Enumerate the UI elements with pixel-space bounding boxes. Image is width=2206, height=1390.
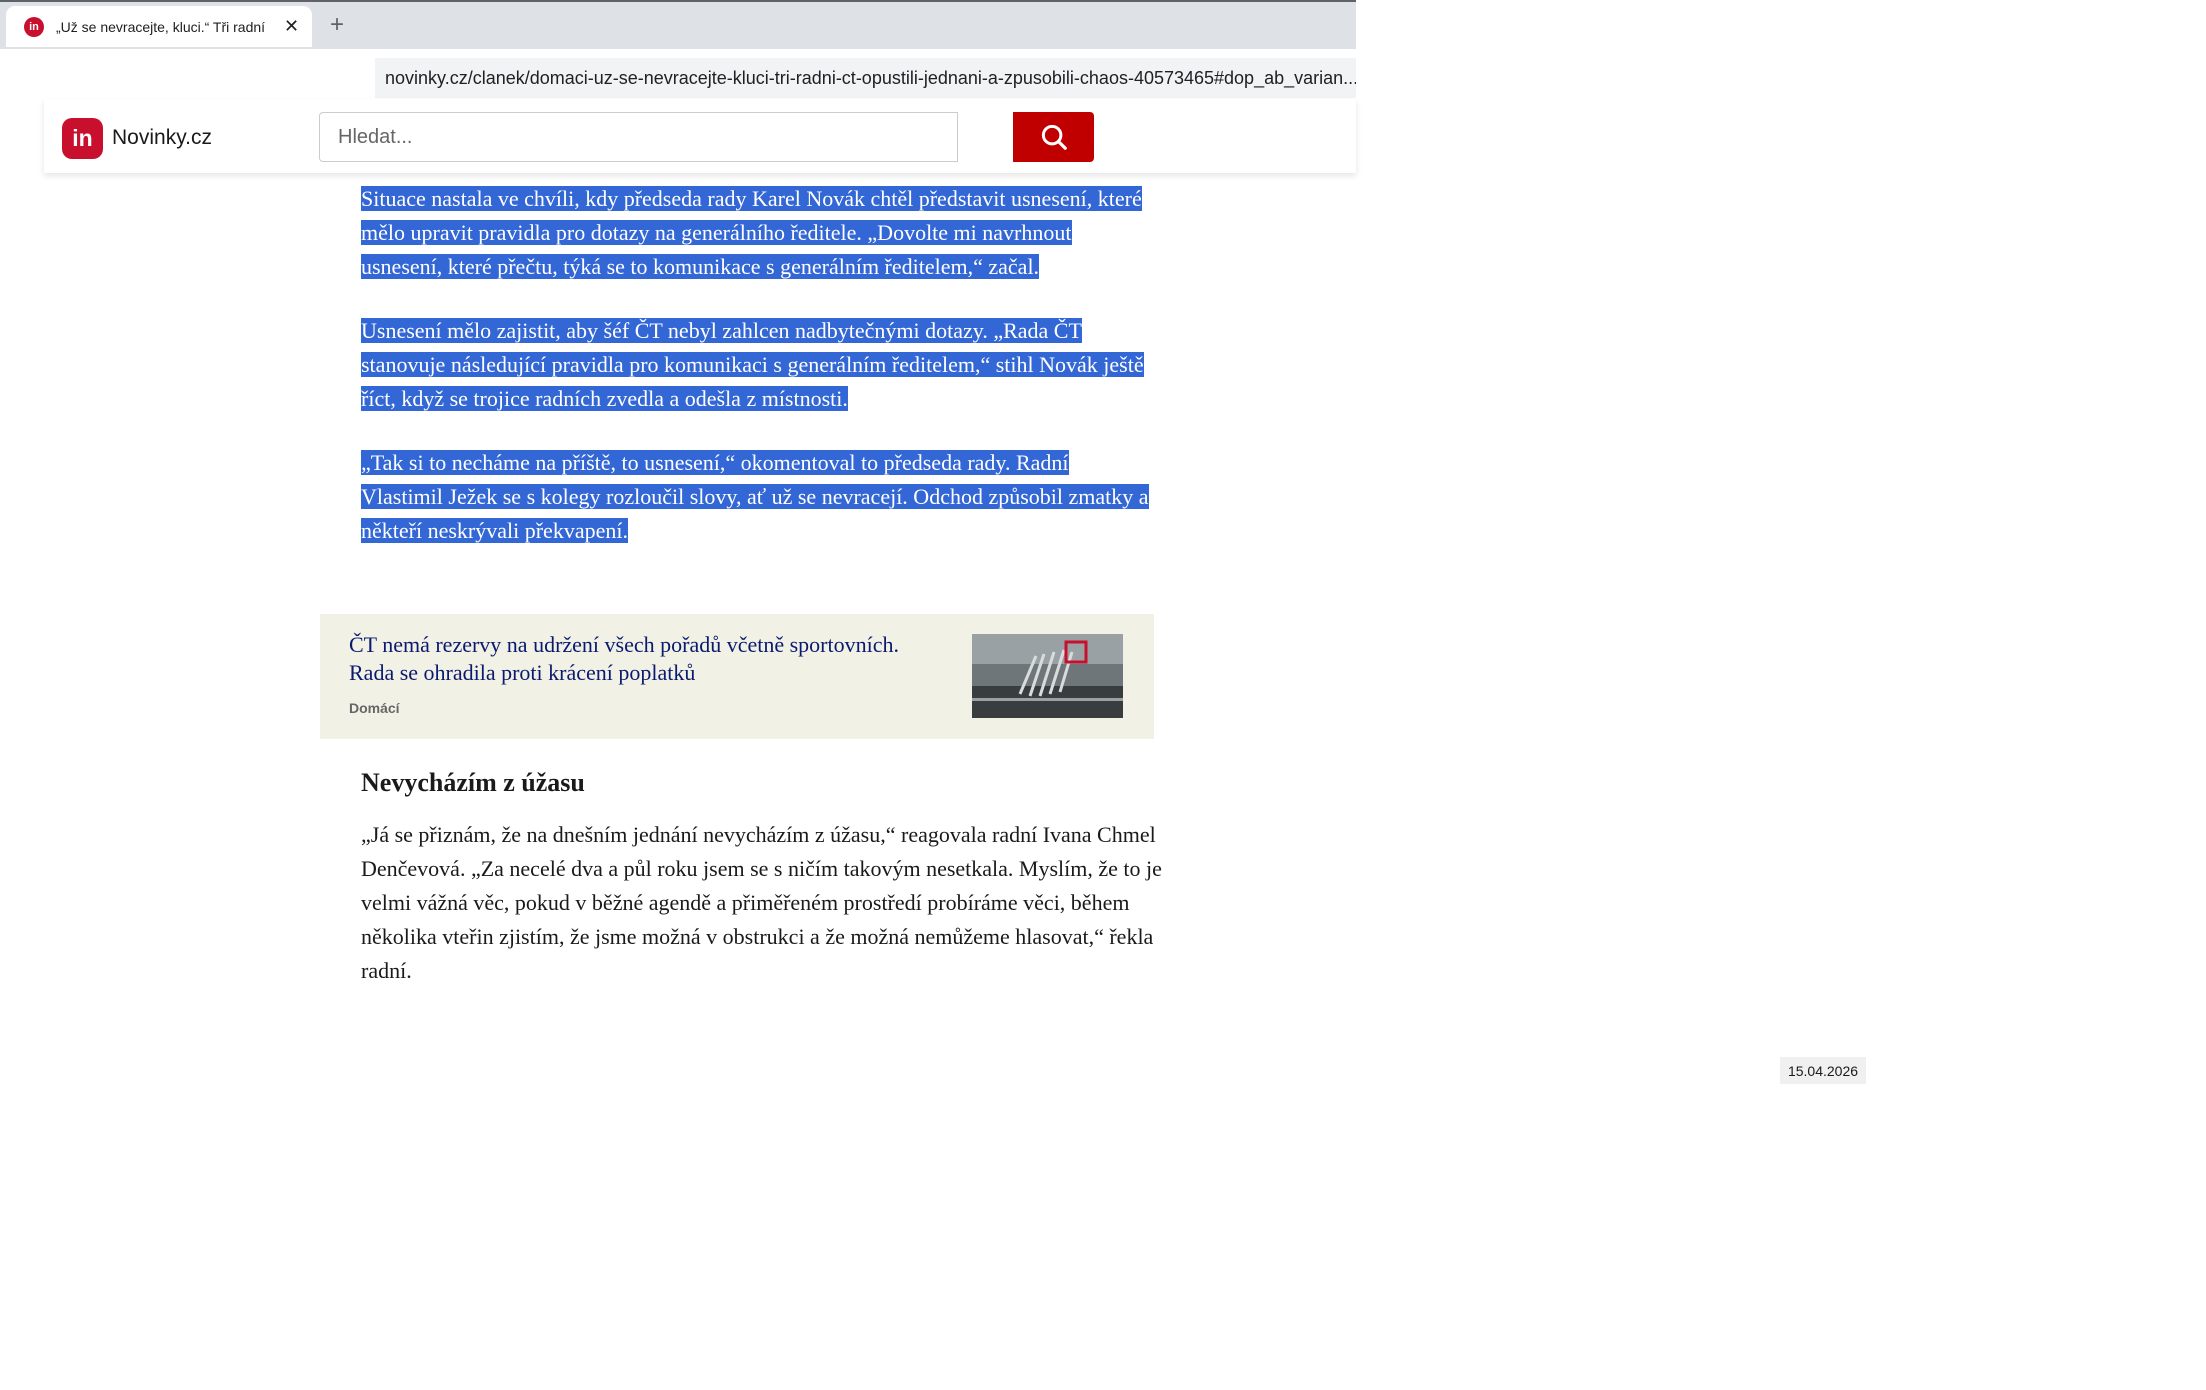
article-body: Situace nastala ve chvíli, kdy předseda … (361, 182, 1161, 578)
close-tab-icon[interactable]: ✕ (284, 16, 299, 37)
search-icon (1041, 124, 1067, 150)
novinky-logo[interactable]: in (62, 118, 103, 159)
site-header: in Novinky.cz (44, 99, 1356, 173)
taskbar-date[interactable]: 15.04.2026 (1780, 1057, 1866, 1084)
related-article-card[interactable]: ČT nemá rezervy na udržení všech pořadů … (320, 614, 1154, 739)
site-name[interactable]: Novinky.cz (112, 126, 212, 150)
article-paragraph: Situace nastala ve chvíli, kdy předseda … (361, 182, 1151, 284)
selected-text[interactable]: Usnesení mělo zajistit, aby šéf ČT nebyl… (361, 318, 1144, 411)
novinky-favicon-icon: in (24, 16, 44, 37)
ct-building-image-icon (972, 634, 1123, 718)
window-edge (0, 0, 1356, 2)
section-heading: Nevycházím z úžasu (361, 768, 585, 797)
tab-title: „Už se nevracejte, kluci.“ Tři radní (56, 18, 266, 35)
article-paragraph: „Já se přiznám, že na dnešním jednání ne… (361, 822, 1162, 983)
search-button[interactable] (1013, 112, 1094, 162)
new-tab-button[interactable]: + (330, 11, 344, 39)
related-article-thumbnail[interactable] (972, 634, 1123, 718)
article-paragraph: Usnesení mělo zajistit, aby šéf ČT nebyl… (361, 314, 1151, 416)
related-article-section: Domácí (349, 700, 400, 716)
search-input[interactable] (319, 112, 958, 162)
selected-text[interactable]: „Tak si to necháme na příště, to usnesen… (361, 450, 1149, 543)
address-bar[interactable]: novinky.cz/clanek/domaci-uz-se-nevracejt… (375, 58, 1356, 98)
selected-text[interactable]: Situace nastala ve chvíli, kdy předseda … (361, 186, 1142, 279)
article-paragraph: „Tak si to necháme na příště, to usnesen… (361, 446, 1151, 548)
browser-tab-active[interactable]: in „Už se nevracejte, kluci.“ Tři radní … (6, 6, 312, 47)
related-article-title[interactable]: ČT nemá rezervy na udržení všech pořadů … (349, 631, 929, 687)
